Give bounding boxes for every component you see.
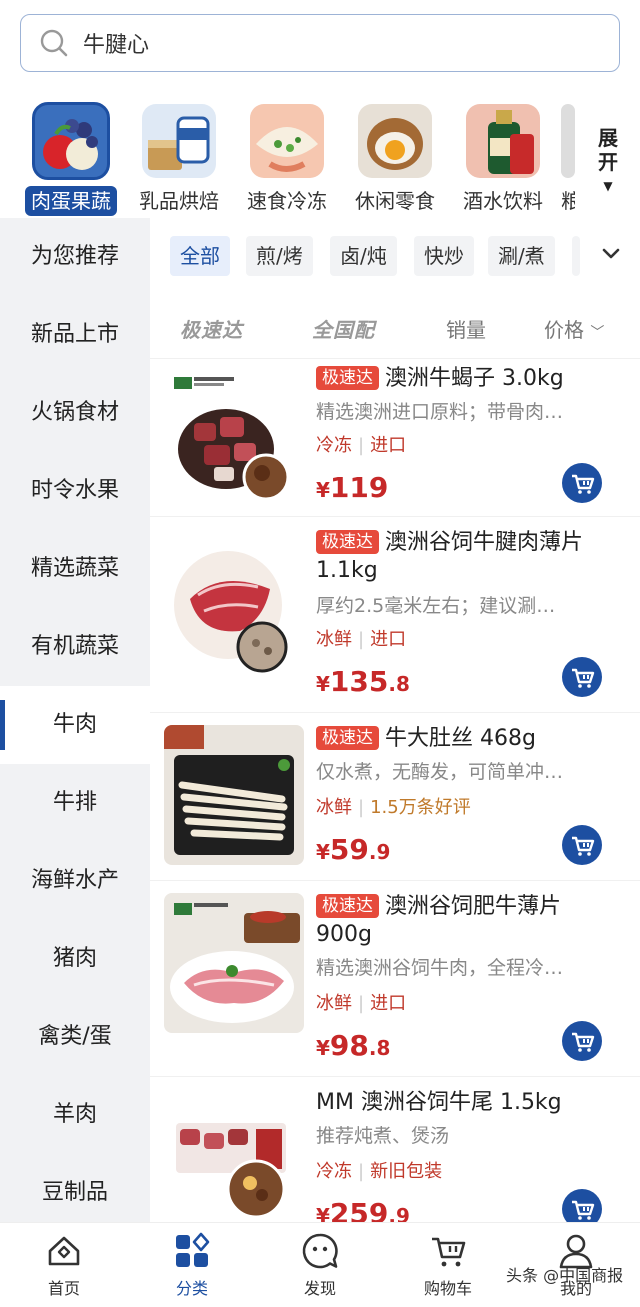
fast-delivery-tag: 极速达 <box>316 894 379 918</box>
add-to-cart-button[interactable] <box>562 825 602 865</box>
sidebar-item[interactable]: 为您推荐 <box>0 218 150 296</box>
chevron-down-icon: ﹀ <box>590 325 605 341</box>
top-category-grain[interactable]: 粮 <box>561 104 575 216</box>
add-to-cart-button[interactable] <box>562 1189 602 1222</box>
product-card[interactable]: 极速达 牛大肚丝 468g 仅水煮，无酶发，可简单冲… 冰鲜 | 1.5万条好评 ¥5… <box>150 712 640 880</box>
product-title: MM 澳洲谷饲牛尾 1.5kg <box>316 1090 562 1115</box>
product-card[interactable]: 极速达 澳洲谷饲牛腱肉薄片 1.1kg 厚约2.5毫米左右；建议涮… 冰鲜 | 进口 … <box>150 516 640 712</box>
fast-delivery-tag: 极速达 <box>316 726 379 750</box>
product-desc: 仅水煮，无酶发，可简单冲… <box>316 761 564 783</box>
cart-icon <box>572 836 595 856</box>
nav-category[interactable]: 分类 <box>147 1231 237 1299</box>
product-image <box>164 725 304 865</box>
nav-cart[interactable]: 购物车 <box>403 1231 493 1299</box>
top-category-drinks[interactable]: 酒水饮料 <box>453 104 553 216</box>
grain-thumbnail <box>561 104 575 178</box>
sidebar-item[interactable]: 禽类/蛋 <box>0 998 150 1076</box>
product-card[interactable]: MM 澳洲谷饲牛尾 1.5kg 推荐炖煮、煲汤 冷冻 | 新旧包装 ¥259.9 <box>150 1076 640 1222</box>
sidebar-item[interactable]: 羊肉 <box>0 1076 150 1154</box>
product-price: ¥59.9 <box>316 833 391 866</box>
sidebar-item[interactable]: 猪肉 <box>0 920 150 998</box>
add-to-cart-button[interactable] <box>562 657 602 697</box>
home-icon <box>48 1236 80 1266</box>
fruit-thumbnail <box>32 102 110 180</box>
cart-icon <box>572 1200 595 1220</box>
sort-price[interactable]: 价格 ﹀ <box>544 314 604 343</box>
caret-down-icon: ▼ <box>603 179 613 193</box>
sort-bar: 极速达 全国配 销量 价格 ﹀ <box>150 298 640 358</box>
product-desc: 精选澳洲谷饲牛肉，全程冷… <box>316 957 564 979</box>
shopping-cart-icon <box>432 1237 466 1267</box>
sidebar-item[interactable]: 有机蔬菜 <box>0 608 150 686</box>
sidebar-item-active[interactable]: 牛肉 <box>0 686 150 764</box>
product-image <box>164 367 304 507</box>
top-category-fresh[interactable]: 肉蛋果蔬 <box>21 102 121 216</box>
top-category-snacks[interactable]: 休闲零食 <box>345 104 445 216</box>
nav-discover[interactable]: 发现 <box>275 1231 365 1299</box>
product-image <box>164 893 304 1033</box>
sidebar-item[interactable]: 火锅食材 <box>0 374 150 452</box>
sort-sales[interactable]: 销量 <box>446 314 486 343</box>
product-price: ¥259.9 <box>316 1197 410 1222</box>
product-desc: 厚约2.5毫米左右；建议涮… <box>316 595 556 617</box>
drink-thumbnail <box>466 104 540 178</box>
category-icon <box>176 1232 210 1267</box>
dairy-thumbnail <box>142 104 216 178</box>
sidebar-item[interactable]: 新品上市 <box>0 296 150 374</box>
sidebar-item[interactable]: 豆制品 <box>0 1154 150 1232</box>
product-attrs: 冷冻 | 新旧包装 <box>316 1161 443 1182</box>
discover-icon <box>302 1233 338 1269</box>
sort-national[interactable]: 全国配 <box>312 314 375 343</box>
sidebar-item[interactable]: 时令水果 <box>0 452 150 530</box>
sidebar-item[interactable]: 精选蔬菜 <box>0 530 150 608</box>
cart-icon <box>572 474 595 494</box>
search-icon <box>40 29 68 57</box>
product-attrs: 冷冻 | 进口 <box>316 435 407 456</box>
fast-delivery-tag: 极速达 <box>316 530 379 554</box>
chip-grill[interactable]: 煎/烤 <box>246 236 313 276</box>
product-desc: 精选澳洲进口原料；带骨肉… <box>316 401 564 423</box>
product-desc: 推荐炖煮、煲汤 <box>316 1125 450 1147</box>
dumpling-thumbnail <box>250 104 324 178</box>
top-category-bar: 肉蛋果蔬 乳品烘焙 速食冷冻 休闲零食 酒水饮料 粮 展开 ▼ <box>0 100 640 218</box>
chip-stirfry[interactable]: 快炒 <box>414 236 474 276</box>
product-price: ¥98.8 <box>316 1029 391 1062</box>
egg-thumbnail <box>358 104 432 178</box>
chip-stew[interactable]: 卤/炖 <box>330 236 397 276</box>
nav-home[interactable]: 首页 <box>19 1231 109 1299</box>
cart-icon <box>572 1032 595 1052</box>
fast-delivery-tag: 极速达 <box>316 366 379 390</box>
product-card[interactable]: 极速达 澳洲谷饲肥牛薄片 900g 精选澳洲谷饲牛肉，全程冷… 冰鲜 | 进口 ¥98… <box>150 880 640 1076</box>
chip-more-partial <box>572 236 580 276</box>
product-image <box>164 1089 304 1222</box>
add-to-cart-button[interactable] <box>562 463 602 503</box>
chip-boil[interactable]: 涮/煮 <box>488 236 555 276</box>
active-indicator <box>0 700 5 750</box>
product-card[interactable]: 极速达 澳洲牛蝎子 3.0kg 精选澳洲进口原料；带骨肉… 冷冻 | 进口 ¥119 <box>150 358 640 516</box>
expand-button[interactable]: 展开 ▼ <box>588 126 628 198</box>
sort-fast[interactable]: 极速达 <box>180 314 243 343</box>
product-image <box>164 539 304 679</box>
top-category-dairy[interactable]: 乳品烘焙 <box>129 104 229 216</box>
chip-all[interactable]: 全部 <box>170 236 230 276</box>
category-sidebar: 为您推荐 新品上市 火锅食材 时令水果 精选蔬菜 有机蔬菜 牛肉 牛排 海鲜水产… <box>0 218 150 1222</box>
product-title: 牛大肚丝 468g <box>385 726 536 751</box>
chevron-down-icon[interactable] <box>600 242 622 264</box>
product-price: ¥119 <box>316 471 389 504</box>
sidebar-item[interactable]: 牛排 <box>0 764 150 842</box>
filter-chips: 全部 煎/烤 卤/炖 快炒 涮/煮 <box>150 218 640 298</box>
search-input[interactable]: 牛腱心 <box>83 27 149 59</box>
product-attrs: 冰鲜 | 1.5万条好评 <box>316 797 471 818</box>
product-price: ¥135.8 <box>316 665 410 698</box>
top-category-frozen[interactable]: 速食冷冻 <box>237 104 337 216</box>
product-attrs: 冰鲜 | 进口 <box>316 629 407 650</box>
cart-icon <box>572 668 595 688</box>
search-bar[interactable]: 牛腱心 <box>20 14 620 72</box>
sidebar-item[interactable]: 海鲜水产 <box>0 842 150 920</box>
product-attrs: 冰鲜 | 进口 <box>316 993 407 1014</box>
product-title: 澳洲牛蝎子 3.0kg <box>385 366 564 391</box>
watermark: 头条 @中国商报 <box>506 1266 624 1285</box>
add-to-cart-button[interactable] <box>562 1021 602 1061</box>
